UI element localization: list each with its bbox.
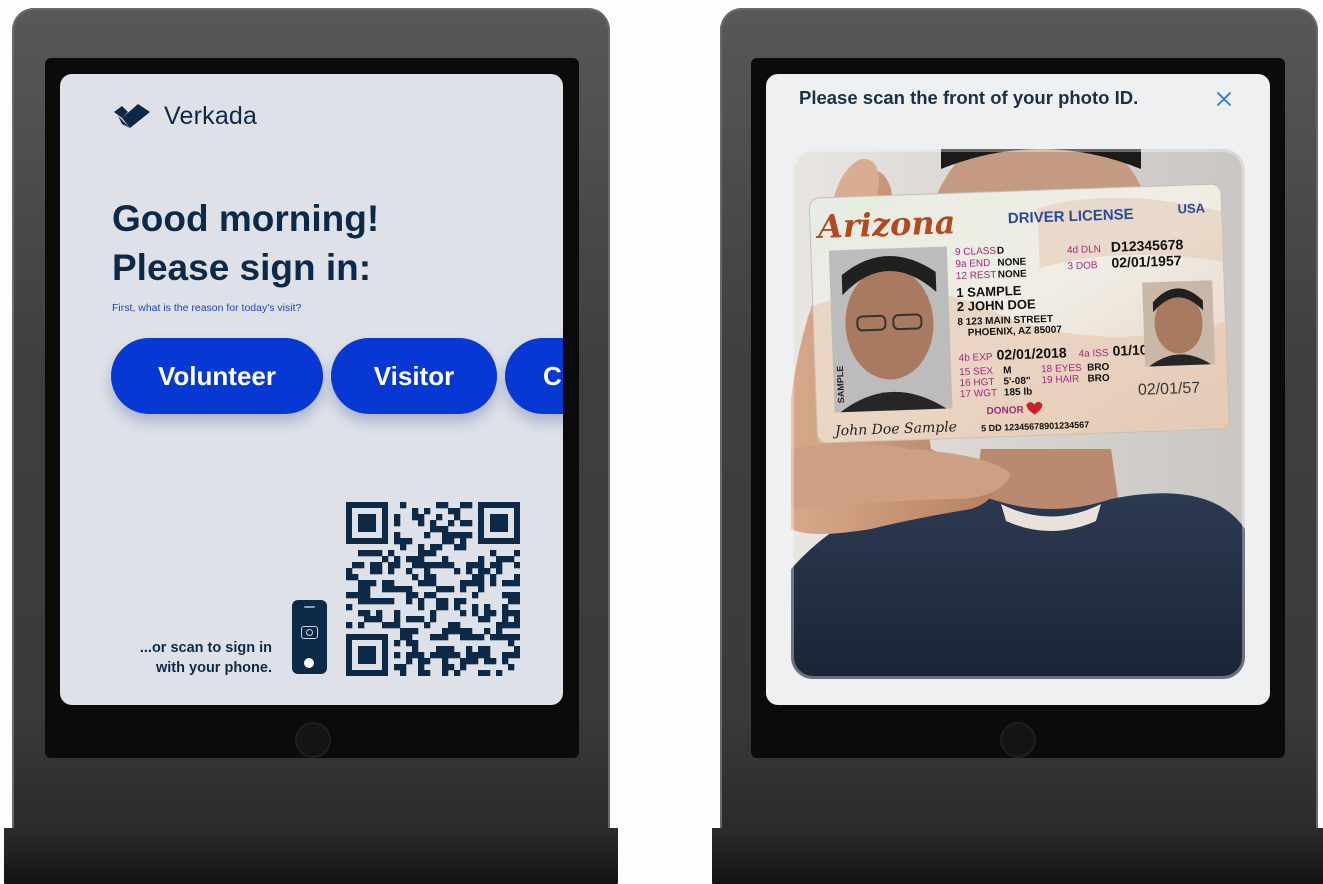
kiosk-base xyxy=(712,828,1323,884)
brand-name: Verkada xyxy=(164,102,258,130)
close-icon[interactable] xyxy=(1215,90,1233,108)
verkada-logo-icon xyxy=(114,103,150,128)
camera-view: Arizona DRIVER LICENSE USA SAMPLE John D… xyxy=(791,149,1245,679)
qr-code-icon[interactable] xyxy=(346,502,520,676)
kiosk-base xyxy=(4,828,618,884)
scan-hint-line: ...or scan to sign in xyxy=(139,640,272,656)
visitor-button[interactable]: Visitor xyxy=(331,338,497,414)
right-kiosk: Please scan the front of your photo ID. xyxy=(712,8,1323,884)
volunteer-button[interactable]: Volunteer xyxy=(111,338,323,414)
scan-hint-line: with your phone. xyxy=(156,660,272,676)
id-scan-screen: Please scan the front of your photo ID. xyxy=(766,74,1270,705)
sign-in-screen: Verkada Good morning! Please sign in: Fi… xyxy=(60,74,563,705)
left-kiosk: Verkada Good morning! Please sign in: Fi… xyxy=(4,8,618,884)
greeting-line: Good morning! xyxy=(112,198,380,239)
sign-in-line: Please sign in: xyxy=(112,247,372,288)
home-button[interactable] xyxy=(295,722,331,758)
home-button[interactable] xyxy=(1000,722,1036,758)
scan-hint: ...or scan to sign in with your phone. xyxy=(132,638,272,678)
scan-frame-guide xyxy=(791,149,1245,679)
third-option-button[interactable]: C xyxy=(505,338,563,414)
greeting-heading: Good morning! Please sign in: xyxy=(112,194,379,292)
reason-options: Volunteer Visitor C xyxy=(111,338,563,414)
visit-reason-prompt: First, what is the reason for today's vi… xyxy=(112,302,302,314)
scan-instruction: Please scan the front of your photo ID. xyxy=(799,87,1139,108)
kiosk-scene: Verkada Good morning! Please sign in: Fi… xyxy=(0,0,1323,884)
brand-header: Verkada xyxy=(112,102,257,131)
phone-camera-icon xyxy=(292,600,327,674)
